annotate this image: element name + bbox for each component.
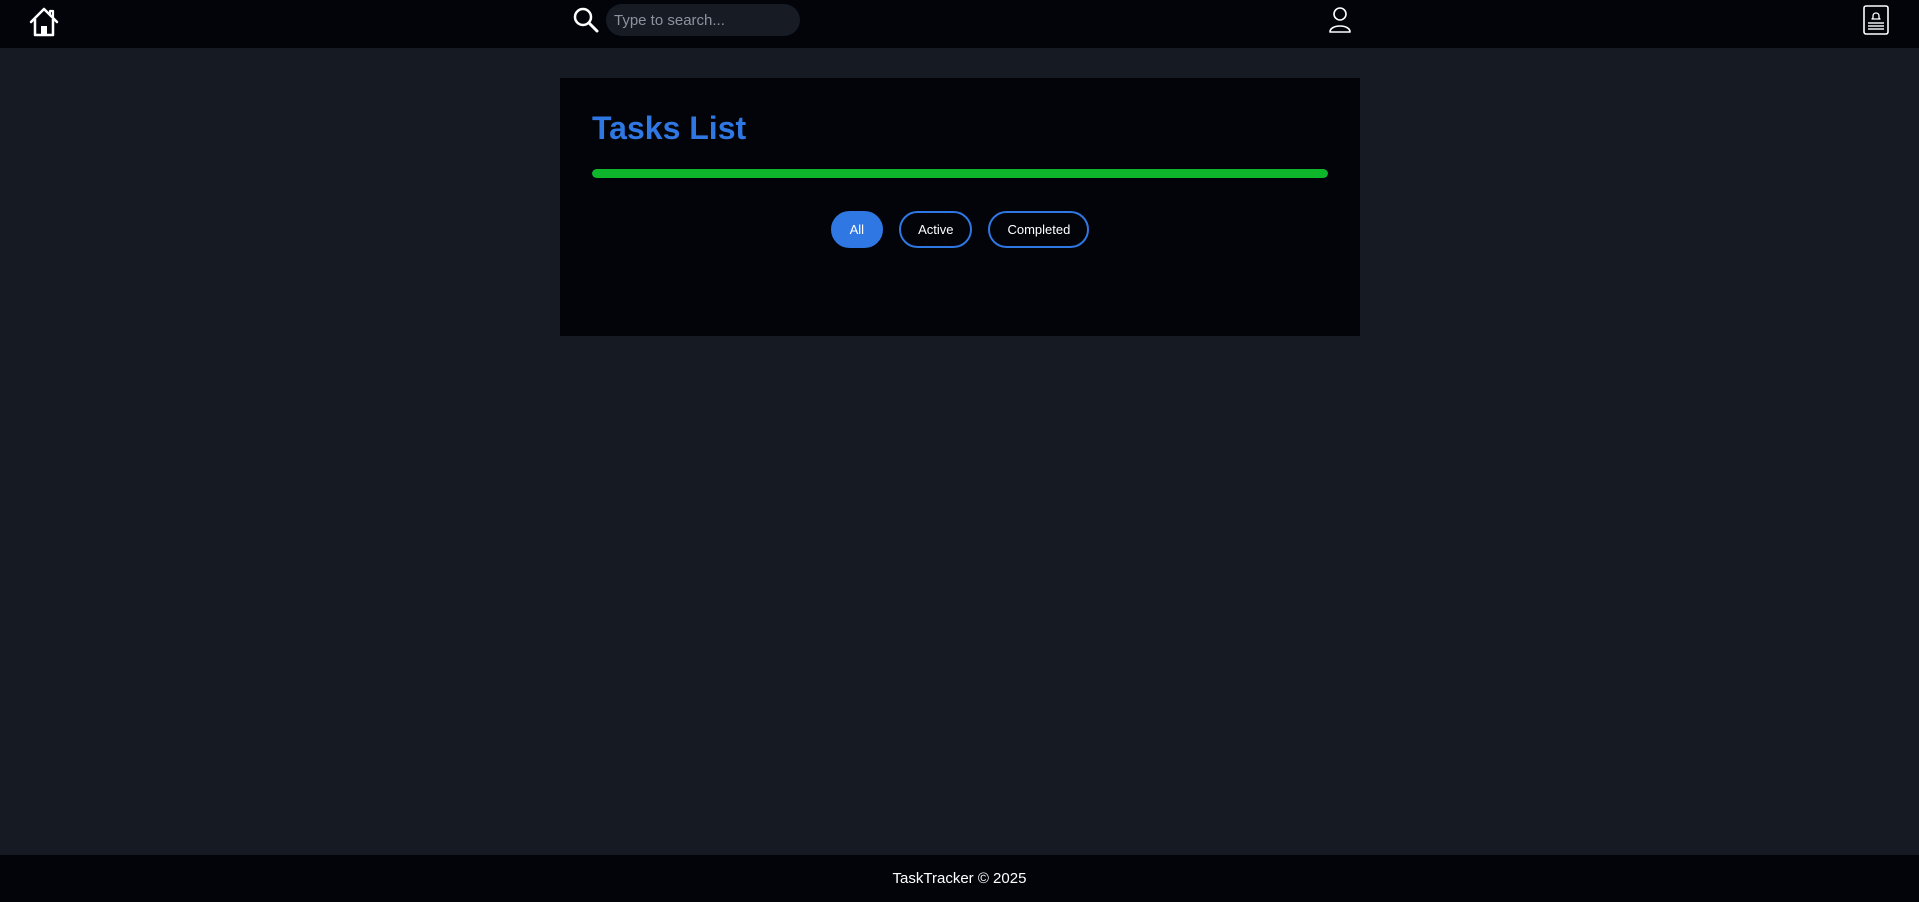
notes-icon[interactable] <box>1862 4 1890 36</box>
task-filters: All Active Completed <box>560 211 1360 248</box>
footer: TaskTracker © 2025 <box>0 855 1919 902</box>
user-icon[interactable] <box>1328 6 1352 34</box>
filter-all-button[interactable]: All <box>830 211 884 248</box>
task-progress-bar <box>592 169 1328 178</box>
tasks-card: Tasks List All Active Completed <box>560 78 1360 336</box>
footer-copyright: TaskTracker © 2025 <box>892 870 1027 887</box>
page-title: Tasks List <box>592 110 747 146</box>
home-icon[interactable] <box>28 6 60 38</box>
filter-completed-button[interactable]: Completed <box>988 211 1090 248</box>
search-icon[interactable] <box>572 6 600 34</box>
task-progress-fill <box>592 169 1328 178</box>
filter-active-button[interactable]: Active <box>899 211 973 248</box>
search-input[interactable] <box>606 4 800 36</box>
top-navbar <box>0 0 1919 48</box>
